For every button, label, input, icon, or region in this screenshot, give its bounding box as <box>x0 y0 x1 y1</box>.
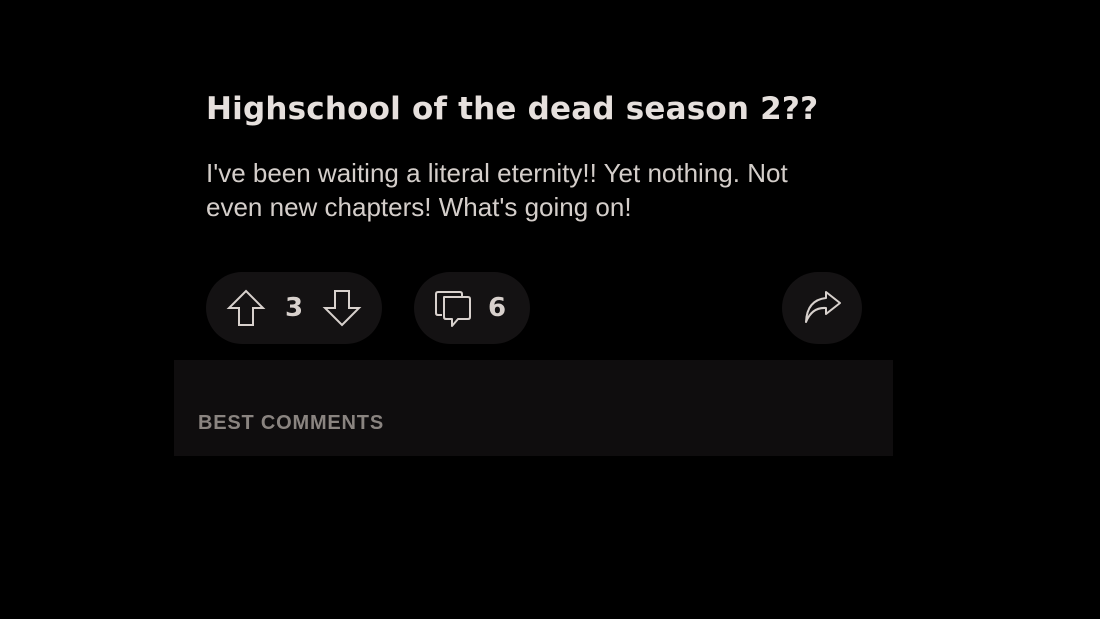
comment-count: 6 <box>488 293 507 323</box>
post-actions: 3 6 <box>206 272 862 344</box>
post-title: Highschool of the dead season 2?? <box>206 91 819 127</box>
comments-button[interactable]: 6 <box>414 272 530 344</box>
arrow-down-icon <box>322 290 362 327</box>
arrow-up-icon <box>226 289 266 326</box>
share-icon <box>805 291 841 323</box>
comments-icon-wrap <box>434 288 474 328</box>
vote-control: 3 <box>206 272 382 344</box>
downvote-button[interactable] <box>322 288 362 328</box>
comments-section: BEST COMMENTS <box>174 360 893 456</box>
upvote-button[interactable] <box>226 288 266 328</box>
vote-count: 3 <box>284 293 304 323</box>
post-body: I've been waiting a literal eternity!! Y… <box>206 158 788 222</box>
share-button[interactable] <box>782 272 862 344</box>
comments-icon <box>435 291 471 327</box>
post: Highschool of the dead season 2?? I've b… <box>206 84 862 224</box>
comments-heading: BEST COMMENTS <box>198 412 384 434</box>
